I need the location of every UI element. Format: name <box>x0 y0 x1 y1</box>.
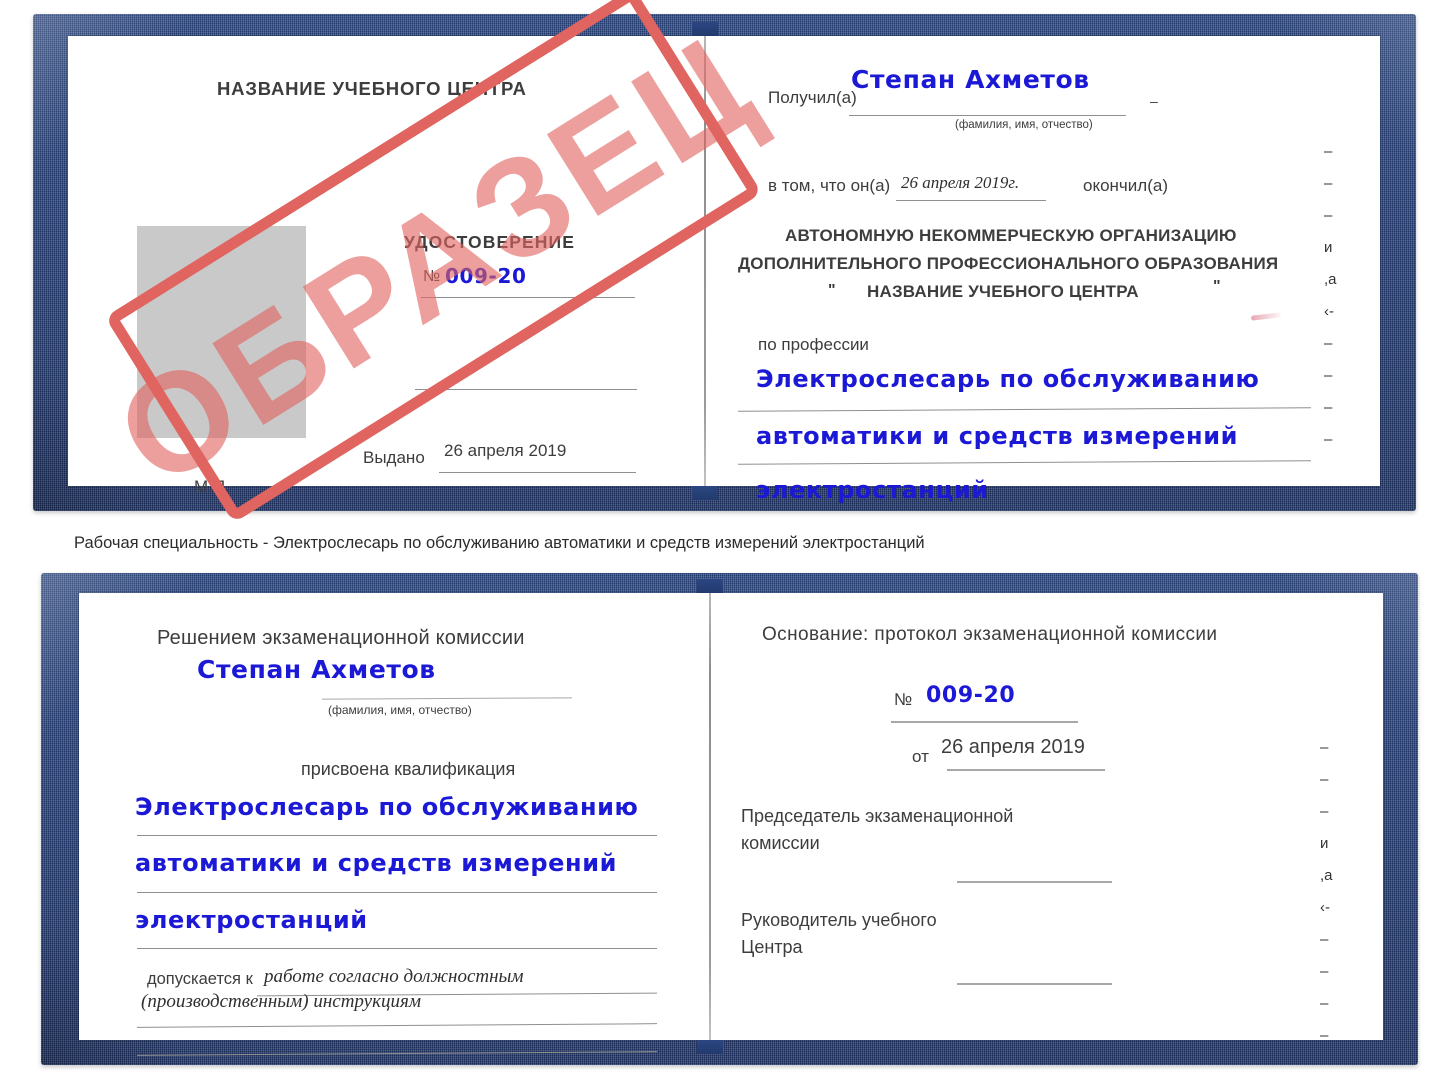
edge-mark: ‹- <box>1324 303 1334 320</box>
number-symbol: № <box>423 268 441 285</box>
protocol-number-symbol: № <box>894 690 913 709</box>
edge-mark: ,а <box>1320 867 1333 884</box>
issued-date-value: 26 апреля 2019 <box>444 441 567 460</box>
recipient-name-value: Степан Ахметов <box>851 65 1090 94</box>
in-that-label: в том, что он(а) <box>768 176 891 195</box>
qualification-line-2: автоматики и средств измерений <box>135 849 618 877</box>
top-certificate-pages: НАЗВАНИЕ УЧЕБНОГО ЦЕНТРА УДОСТОВЕРЕНИЕ №… <box>68 22 1380 504</box>
edge-mark: ‹- <box>1320 899 1330 916</box>
edge-mark: ,а <box>1324 271 1337 288</box>
profession-line-3: электростанций <box>756 476 989 504</box>
bottom-right-page: Основание: протокол экзаменационной коми… <box>709 593 1383 1043</box>
number-rule <box>421 297 635 298</box>
edge-mark: – <box>1320 771 1329 788</box>
qualification-rule-2 <box>137 892 657 893</box>
qualification-rule-1 <box>137 835 657 836</box>
bottom-certificate-booklet: Решением экзаменационной комиссии Степан… <box>41 573 1418 1065</box>
top-certificate-booklet: НАЗВАНИЕ УЧЕБНОГО ЦЕНТРА УДОСТОВЕРЕНИЕ №… <box>33 14 1416 511</box>
profession-line-2: автоматики и средств измерений <box>756 422 1239 450</box>
chairman-signature-rule <box>957 881 1112 883</box>
admitted-value-line-2: (производственным) инструкциям <box>141 991 421 1012</box>
chairman-line-2: комиссии <box>741 833 820 853</box>
edge-mark: – <box>1324 175 1333 192</box>
doc-type-label: УДОСТОВЕРЕНИЕ <box>404 232 575 252</box>
admitted-rule-3 <box>137 1051 657 1056</box>
profession-label: по профессии <box>758 335 869 354</box>
protocol-date-label: от <box>912 747 929 766</box>
completion-date-rule <box>896 200 1046 201</box>
photo-placeholder <box>137 226 306 438</box>
head-line-2: Центра <box>741 937 803 957</box>
org-line-1: АВТОНОМНУЮ НЕКОММЕРЧЕСКУЮ ОРГАНИЗАЦИЮ <box>785 226 1237 245</box>
head-line-1: Руководитель учебного <box>741 910 937 930</box>
edge-marks-bottom: – – – и ,а ‹- – – – – <box>1320 740 1333 1060</box>
blank-rule <box>415 389 637 390</box>
protocol-number-rule <box>891 721 1078 723</box>
spine-tab-bottom <box>697 1040 723 1054</box>
completion-date-value: 26 апреля 2019г. <box>901 173 1020 192</box>
protocol-date-value: 26 апреля 2019 <box>941 736 1085 758</box>
edge-mark: – <box>1324 207 1333 224</box>
bottom-certificate-pages: Решением экзаменационной комиссии Степан… <box>79 579 1383 1056</box>
dash-mark-right: – <box>1150 93 1158 109</box>
profession-line-1: Электрослесарь по обслуживанию <box>756 365 1260 393</box>
org-quote-close: " <box>1213 278 1221 295</box>
name-hint: (фамилия, имя, отчество) <box>955 119 1093 131</box>
spine-tab-bottom <box>692 486 718 500</box>
graduate-name-rule <box>321 697 573 700</box>
qualification-line-1: Электрослесарь по обслуживанию <box>135 793 639 821</box>
edge-mark: – <box>1320 995 1329 1012</box>
top-left-page: НАЗВАНИЕ УЧЕБНОГО ЦЕНТРА УДОСТОВЕРЕНИЕ №… <box>68 36 704 496</box>
recipient-name-rule <box>849 115 1126 116</box>
caption-text: Рабочая специальность - Электрослесарь п… <box>74 534 925 552</box>
graduate-name-value: Степан Ахметов <box>197 655 436 684</box>
protocol-date-rule <box>947 769 1105 771</box>
qualification-line-3: электростанций <box>135 906 368 934</box>
commission-heading: Решением экзаменационной комиссии <box>157 627 525 649</box>
edge-mark: – <box>1324 399 1333 416</box>
edge-mark: – <box>1320 803 1329 820</box>
qualification-label: присвоена квалификация <box>301 759 516 779</box>
admitted-value-line-1: работе согласно должностным <box>264 966 524 987</box>
admitted-label: допускается к <box>147 970 253 988</box>
head-signature-rule <box>957 983 1112 985</box>
pink-smudge <box>1250 312 1282 321</box>
top-right-page: Получил(а) Степан Ахметов (фамилия, имя,… <box>706 36 1380 504</box>
org-quote-open: " <box>828 282 836 299</box>
edge-mark: – <box>1320 931 1329 948</box>
chairman-line-1: Председатель экзаменационной <box>741 806 1014 826</box>
edge-mark: – <box>1324 367 1333 384</box>
org-line-3: НАЗВАНИЕ УЧЕБНОГО ЦЕНТРА <box>867 282 1139 301</box>
org-line-2: ДОПОЛНИТЕЛЬНОГО ПРОФЕССИОНАЛЬНОГО ОБРАЗО… <box>738 254 1279 273</box>
graduated-label: окончил(а) <box>1083 176 1168 195</box>
edge-mark: – <box>1320 1027 1329 1044</box>
admitted-rule-2 <box>137 1023 657 1028</box>
edge-mark: – <box>1320 963 1329 980</box>
qualification-rule-3 <box>137 948 657 949</box>
bottom-left-page: Решением экзаменационной комиссии Степан… <box>79 593 709 1056</box>
issued-rule <box>439 472 636 473</box>
spine-tab-top <box>697 579 723 593</box>
name-hint: (фамилия, имя, отчество) <box>328 703 472 717</box>
edge-mark: – <box>1324 335 1333 352</box>
basis-label: Основание: протокол экзаменационной коми… <box>762 624 1218 645</box>
spine-tab-top <box>692 22 718 36</box>
received-label: Получил(а) <box>768 88 857 107</box>
edge-mark: – <box>1324 431 1333 448</box>
issued-label: Выдано <box>363 448 425 467</box>
edge-marks-top: – – – и ,а ‹- – – – – <box>1324 144 1337 464</box>
profession-rule-1 <box>738 407 1311 412</box>
edge-mark: и <box>1324 239 1333 256</box>
org-title: НАЗВАНИЕ УЧЕБНОГО ЦЕНТРА <box>217 78 527 99</box>
edge-mark: – <box>1324 143 1333 160</box>
profession-rule-2 <box>738 460 1311 465</box>
edge-mark: – <box>1320 739 1329 756</box>
certificate-number-value: 009-20 <box>445 264 527 288</box>
protocol-number-value: 009-20 <box>926 683 1016 708</box>
seal-mark-label: М.П. <box>194 477 230 496</box>
edge-mark: и <box>1320 835 1329 852</box>
